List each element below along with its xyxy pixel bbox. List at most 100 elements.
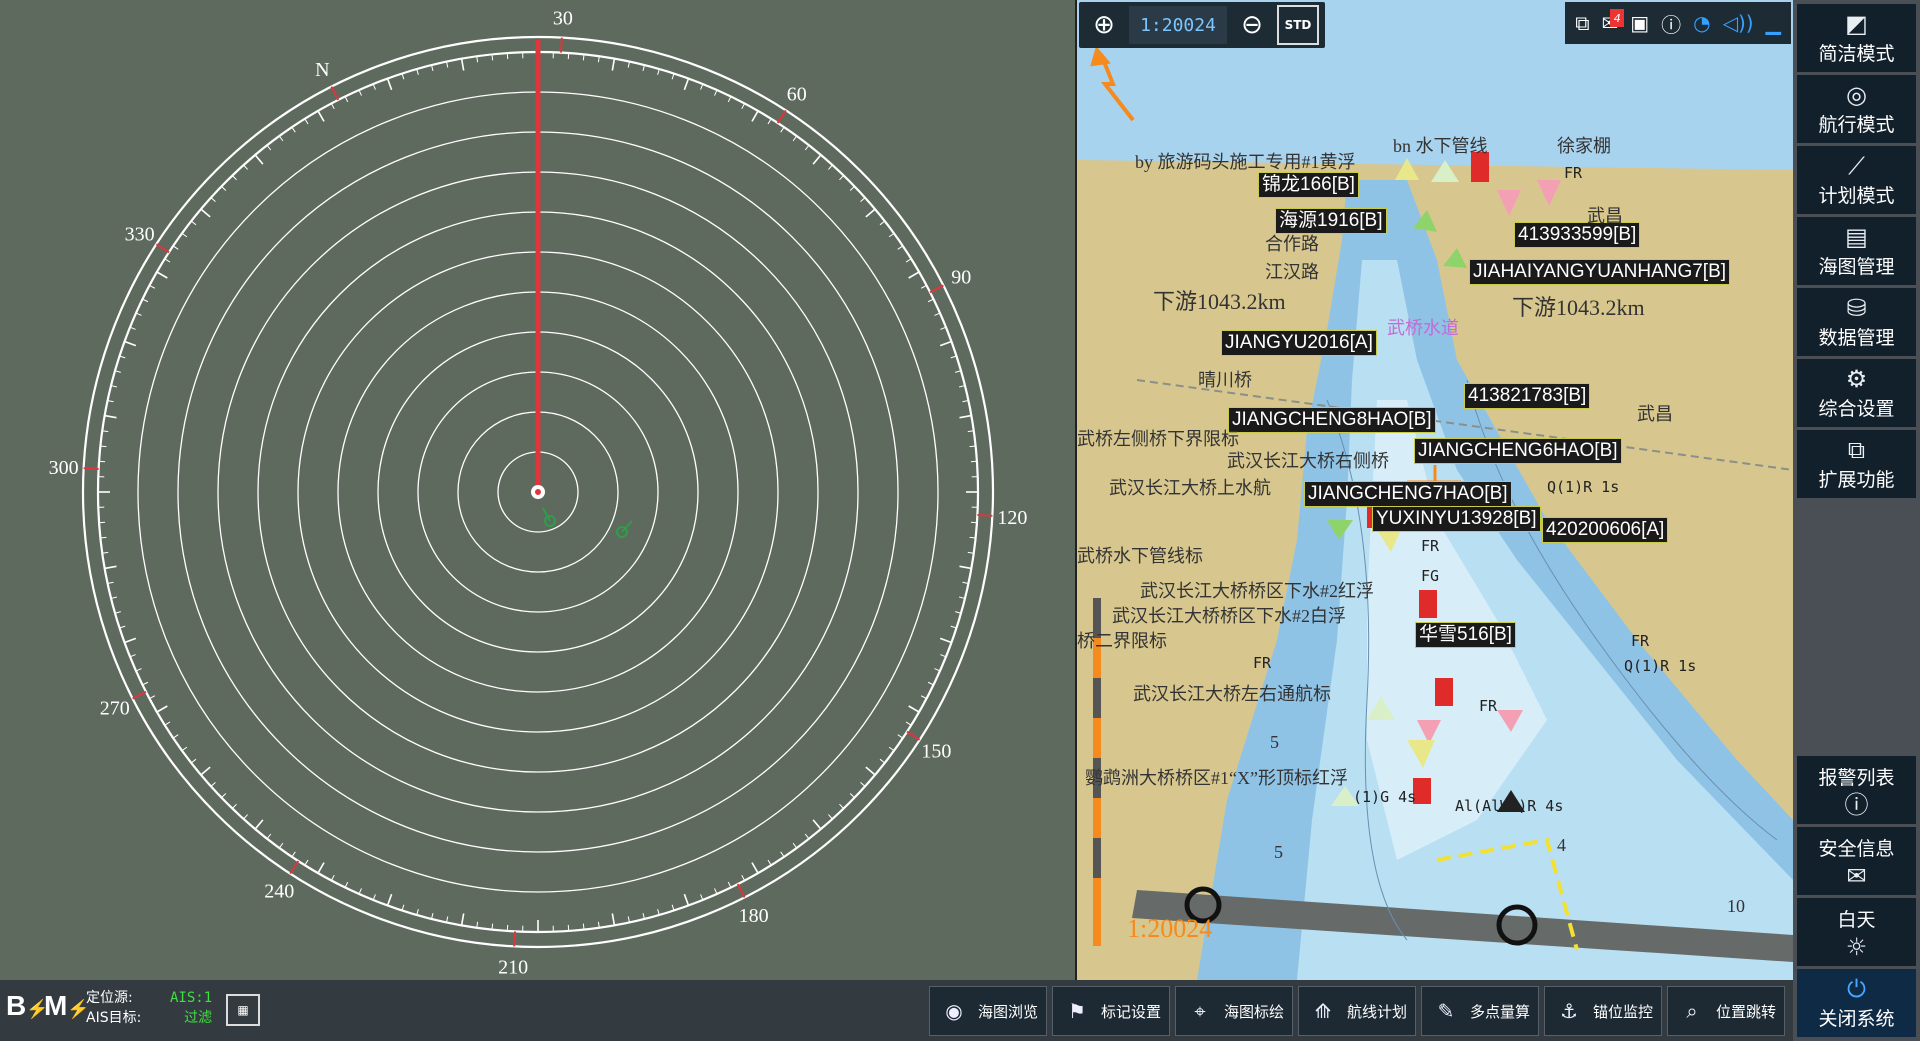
zoom-in-button[interactable]: ⊕: [1085, 6, 1123, 44]
bearing-label: 60: [787, 84, 807, 106]
tool-button-label: 航线计划: [1347, 1002, 1408, 1021]
tool-button-label: 标记设置: [1101, 1002, 1162, 1021]
radar-target-1[interactable]: [542, 507, 556, 527]
radar-display[interactable]: 60 90 30 120 N 150 330 180 300 210 270 240: [0, 0, 1075, 980]
ais-ship-label[interactable]: 413821783[B]: [1464, 383, 1591, 409]
ais-ship-label[interactable]: 锦龙166[B]: [1258, 172, 1359, 198]
std-display-button[interactable]: STD: [1277, 5, 1319, 45]
bearing-label: 270: [100, 698, 130, 720]
ais-ship-label[interactable]: JIANGCHENG6HAO[B]: [1414, 438, 1622, 464]
data-management-icon: ⛁: [1846, 293, 1867, 322]
chart-toolbar: ⊕ 1:20024 ⊖ STD: [1079, 2, 1325, 48]
ais-ship-label[interactable]: YUXINYU13928[B]: [1372, 506, 1541, 532]
m-mode-button[interactable]: M⚡: [44, 990, 90, 1022]
tool-button[interactable]: ⚓ 锚位监控: [1544, 986, 1662, 1036]
flag-edit-icon: ⚑: [1068, 999, 1086, 1023]
map-place-label: 武桥左侧桥下界限标: [1077, 429, 1239, 449]
zoom-out-button[interactable]: ⊖: [1233, 6, 1271, 44]
minimize-icon[interactable]: ▁: [1766, 11, 1781, 35]
bearing-label: 120: [997, 507, 1027, 529]
map-place-label: 武桥水下管线标: [1077, 546, 1203, 566]
ais-ship-label[interactable]: JIANGCHENG7HAO[B]: [1304, 481, 1512, 507]
alarm-icon: ⓘ: [1844, 790, 1869, 819]
map-place-label: FR: [1631, 632, 1650, 650]
sun-icon: ☼: [1845, 932, 1868, 961]
wifi-icon[interactable]: ◔: [1693, 11, 1710, 35]
status-strip: ⧉ ✉4 ▣ ⓘ ◔ ◁)) ▁: [1565, 2, 1791, 44]
tool-button[interactable]: ⌕ 位置跳转: [1667, 986, 1785, 1036]
ais-ship-label[interactable]: 420200606[A]: [1542, 517, 1669, 543]
sidebar-button[interactable]: ⛁ 数据管理: [1797, 288, 1916, 356]
sd-card-icon[interactable]: ▣: [1630, 11, 1649, 35]
tool-button[interactable]: ⟰ 航线计划: [1298, 986, 1416, 1036]
location-jump-icon: ⌕: [1686, 999, 1698, 1023]
map-place-label: 武汉长江大桥左右通航标: [1133, 684, 1331, 704]
map-place-label: 1:20024: [1127, 914, 1213, 943]
extension-icon: ⧉: [1847, 435, 1866, 464]
b-mode-button[interactable]: B⚡: [6, 990, 49, 1022]
map-place-label: 武汉长江大桥桥区下水#2白浮: [1112, 606, 1346, 626]
message-icon[interactable]: ✉4: [1601, 9, 1625, 35]
bottom-bar: B⚡ M⚡ 定位源: AIS目标: AIS:1 过滤 ▦ ◉ 海图浏览 ⚑ 标记设置 ⌖…: [0, 980, 1793, 1041]
sidebar-button[interactable]: ⧉ 扩展功能: [1797, 430, 1916, 498]
minus-circle-icon: ⊖: [1241, 10, 1263, 40]
volume-icon[interactable]: ◁)): [1723, 11, 1754, 35]
sidebar-button[interactable]: ◩ 简洁模式: [1797, 4, 1916, 72]
tool-button[interactable]: ◉ 海图浏览: [929, 986, 1047, 1036]
map-place-label: by 旅游码头施工专用#1黄浮: [1135, 152, 1356, 172]
sidebar-button[interactable]: ▤ 海图管理: [1797, 217, 1916, 285]
bearing-label: 210: [498, 956, 528, 978]
sidebar-button[interactable]: 白天 ☼: [1797, 898, 1916, 966]
chart-management-icon: ▤: [1845, 222, 1868, 251]
route-plan-icon: ⟰: [1314, 999, 1332, 1023]
map-place-label: FG: [1421, 567, 1440, 585]
sidebar-button-label: 报警列表: [1818, 766, 1895, 789]
electronic-chart[interactable]: ⊕ 1:20024 ⊖ STD ⧉ ✉4 ▣ ⓘ ◔ ◁)) ▁ 锦龙166[B…: [1075, 0, 1793, 980]
bearing-label: N: [315, 59, 329, 81]
sidebar-button-label: 关闭系统: [1818, 1007, 1895, 1030]
window-switch-icon[interactable]: ⧉: [1575, 11, 1589, 35]
map-place-label: (1)G 4s: [1353, 788, 1417, 806]
ais-target-label: AIS目标:: [86, 1010, 142, 1026]
plus-circle-icon: ⊕: [1093, 10, 1115, 40]
ais-ship-label[interactable]: 华雪516[B]: [1415, 622, 1516, 648]
sidebar-button[interactable]: 报警列表 ⓘ: [1797, 756, 1916, 824]
chart-scale-display[interactable]: 1:20024: [1129, 6, 1227, 44]
ais-ship-label[interactable]: JIANGCHENG8HAO[B]: [1228, 407, 1436, 433]
ais-ship-label[interactable]: JIANGYU2016[A]: [1221, 330, 1377, 356]
mail-icon: ✉: [1846, 861, 1867, 890]
sidebar-button-label: 简洁模式: [1818, 42, 1895, 65]
map-place-label: 武昌: [1637, 404, 1673, 424]
right-sidebar: ◩ 简洁模式 ◎ 航行模式 ⟋ 计划模式 ▤ 海图管理 ⛁ 数据管理 ⚙ 综合设置 ⧉ 扩展功能报警列表 ⓘ…: [1793, 0, 1920, 1041]
map-place-label: 徐家棚: [1557, 136, 1611, 156]
alert-icon[interactable]: ⓘ: [1661, 9, 1681, 38]
bearing-label: 90: [951, 266, 971, 288]
tool-button[interactable]: ⚑ 标记设置: [1052, 986, 1170, 1036]
map-place-label: FR: [1253, 654, 1272, 672]
sidebar-button[interactable]: ⚙ 综合设置: [1797, 359, 1916, 427]
radar-target-2[interactable]: [616, 520, 633, 538]
map-place-label: bn 水下管线: [1393, 136, 1488, 156]
bearing-label: 180: [739, 905, 769, 927]
map-place-label: 武汉长江大桥上水航: [1109, 478, 1271, 498]
sidebar-button[interactable]: 安全信息 ✉: [1797, 827, 1916, 895]
simple-mode-icon: ◩: [1845, 9, 1868, 38]
sidebar-button-label: 综合设置: [1818, 397, 1895, 420]
sidebar-button[interactable]: ⟋ 计划模式: [1797, 146, 1916, 214]
radar-scope: 60 90 30 120 N 150 330 180 300 210 270 240: [49, 8, 1028, 979]
tool-button-label: 海图标绘: [1224, 1002, 1285, 1021]
eye-icon: ◉: [945, 999, 963, 1023]
sidebar-button[interactable]: ⏻ 关闭系统: [1797, 969, 1916, 1037]
map-overview-icon[interactable]: ▦: [226, 994, 260, 1026]
position-info-values: AIS:1 过滤: [170, 988, 212, 1028]
tool-button[interactable]: ⌖ 海图标绘: [1175, 986, 1293, 1036]
anchor-monitor-icon: ⚓: [1560, 999, 1578, 1023]
bearing-label: 330: [125, 223, 155, 245]
ais-ship-label[interactable]: JIAHAIYANGYUANHANG7[B]: [1469, 259, 1731, 285]
sidebar-button-label: 扩展功能: [1818, 468, 1895, 491]
sidebar-button[interactable]: ◎ 航行模式: [1797, 75, 1916, 143]
map-place-label: Q(1)R 1s: [1547, 478, 1620, 496]
sidebar-button-label: 白天: [1837, 908, 1876, 931]
tool-button[interactable]: ✎ 多点量算: [1421, 986, 1539, 1036]
bearing-label: 300: [49, 457, 79, 479]
